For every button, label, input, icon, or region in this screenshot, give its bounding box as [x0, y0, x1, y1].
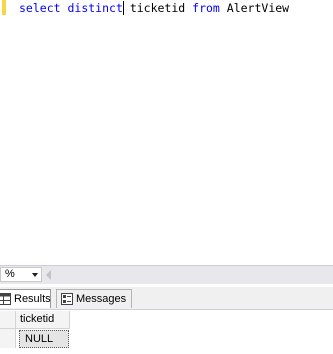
scroll-left-arrow-icon[interactable] — [46, 270, 51, 280]
tab-messages[interactable]: Messages — [56, 289, 132, 308]
tab-results[interactable]: Results — [0, 289, 51, 308]
query-editor[interactable]: select distinct ticketid from AlertView — [0, 0, 333, 264]
column-header[interactable]: ticketid — [16, 311, 70, 329]
grid-cell[interactable]: NULL — [19, 330, 69, 348]
unsaved-change-marker — [2, 0, 6, 15]
grid-corner-cell[interactable] — [0, 311, 16, 329]
text-caret — [122, 1, 124, 15]
row-header[interactable] — [0, 329, 16, 348]
editor-zoom-bar: % — [0, 265, 333, 284]
zoom-dropdown[interactable]: % — [0, 267, 42, 282]
keyword-from: from — [192, 1, 220, 15]
zoom-value: % — [5, 268, 15, 280]
keyword-select: select — [19, 1, 61, 15]
results-tabstrip: Results Messages — [0, 287, 333, 310]
tab-results-label: Results — [14, 293, 51, 305]
column-name: ticketid — [129, 1, 186, 15]
results-grid[interactable]: ticketid NULL — [0, 310, 333, 354]
query-line[interactable]: select distinct ticketid from AlertView — [19, 0, 289, 16]
grid-header-row: ticketid — [0, 311, 70, 329]
tab-messages-label: Messages — [76, 293, 127, 305]
grid-icon — [0, 293, 11, 305]
messages-icon — [61, 293, 73, 305]
ssms-query-window: select distinct ticketid from AlertView … — [0, 0, 333, 354]
chevron-down-icon — [32, 273, 38, 277]
table-name: AlertView — [226, 1, 290, 15]
keyword-distinct: distinct — [67, 1, 123, 15]
